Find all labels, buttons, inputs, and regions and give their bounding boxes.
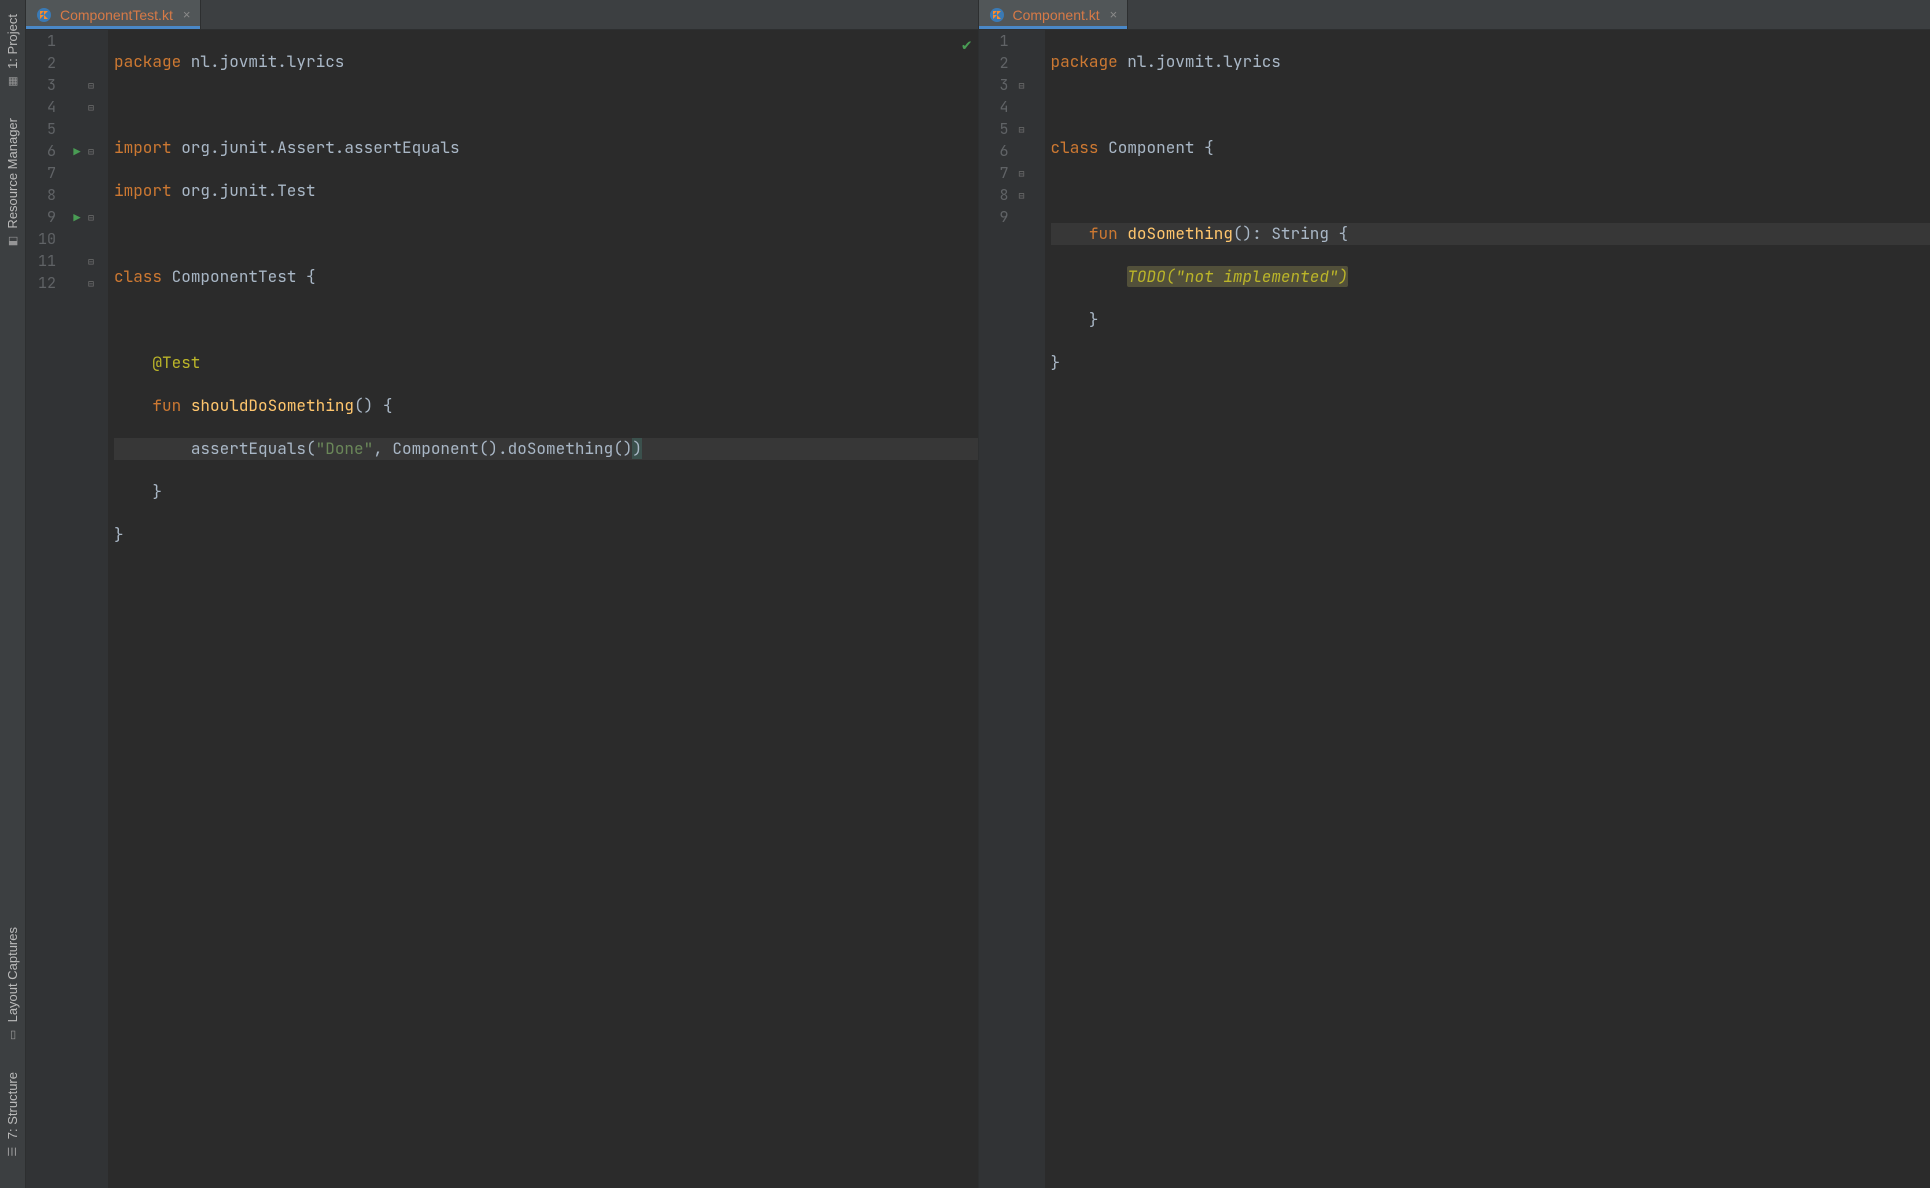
line-number: 12: [26, 272, 56, 294]
code-line[interactable]: TODO("not implemented"): [1051, 266, 1930, 288]
fold-gutter: ⊟ ⊟ ⊟ ⊟ ⊟ ⊟: [88, 30, 108, 1188]
tab-bar-left: ComponentTest.kt ×: [26, 0, 978, 30]
editor-pane-right: Component.kt × 1 2 3 4 5 6 7 8 9: [978, 0, 1930, 1188]
code-line[interactable]: fun doSomething(): String {: [1051, 223, 1930, 245]
line-number: 9: [979, 206, 1009, 228]
tab-component-test[interactable]: ComponentTest.kt ×: [26, 0, 201, 29]
tool-layout-captures[interactable]: ▭ Layout Captures: [2, 917, 23, 1051]
tool-window-sidebar: ▦ 1: Project ◧ Resource Manager ▭ Layout…: [0, 0, 26, 1188]
tool-label: Resource Manager: [5, 118, 20, 229]
code-line[interactable]: class ComponentTest {: [114, 266, 978, 288]
close-icon[interactable]: ×: [1110, 7, 1118, 22]
code-line[interactable]: [1051, 180, 1930, 202]
kotlin-file-icon: [989, 7, 1005, 23]
code-line[interactable]: }: [114, 481, 978, 503]
run-class-icon[interactable]: ▶: [73, 144, 80, 160]
line-number: 7: [979, 162, 1009, 184]
tool-structure[interactable]: ☰ 7: Structure: [2, 1062, 23, 1168]
code-line[interactable]: [1051, 94, 1930, 116]
code-line[interactable]: import org.junit.Assert.assertEquals: [114, 137, 978, 159]
run-test-icon[interactable]: ▶: [73, 210, 80, 226]
fold-icon[interactable]: ⊟: [88, 97, 94, 119]
fold-end-icon[interactable]: ⊟: [88, 273, 94, 295]
line-number: 1: [979, 30, 1009, 52]
gutter-right: 1 2 3 4 5 6 7 8 9 ⊟ ⊟: [979, 30, 1045, 1188]
line-number: 2: [26, 52, 56, 74]
code-line[interactable]: }: [114, 524, 978, 546]
tool-label: 1: Project: [5, 14, 20, 69]
structure-icon: ☰: [6, 1145, 19, 1158]
code-body-right[interactable]: package nl.jovmit.lyrics class Component…: [1045, 30, 1930, 1188]
code-line[interactable]: [114, 309, 978, 331]
code-line[interactable]: package nl.jovmit.lyrics: [1051, 51, 1930, 73]
fold-icon[interactable]: ⊟: [88, 207, 94, 229]
line-number: 8: [979, 184, 1009, 206]
line-number: 8: [26, 184, 56, 206]
line-number: 6: [26, 140, 56, 162]
line-number: 6: [979, 140, 1009, 162]
editor-pane-left: ComponentTest.kt × ✔ 1 2 3 4 5 6 7 8: [26, 0, 978, 1188]
run-gutter: ▶ ▶: [66, 30, 88, 1188]
code-line[interactable]: import org.junit.Test: [114, 180, 978, 202]
code-area-right[interactable]: 1 2 3 4 5 6 7 8 9 ⊟ ⊟: [979, 30, 1930, 1188]
fold-icon[interactable]: ⊟: [88, 75, 94, 97]
code-body-left[interactable]: package nl.jovmit.lyrics import org.juni…: [108, 30, 978, 1188]
code-line[interactable]: }: [1051, 309, 1930, 331]
fold-end-icon[interactable]: ⊟: [1019, 185, 1025, 207]
line-number: 9: [26, 206, 56, 228]
line-number: 4: [26, 96, 56, 118]
line-numbers: 1 2 3 4 5 6 7 8 9 10 11 12: [26, 30, 66, 1188]
ide-root: ▦ 1: Project ◧ Resource Manager ▭ Layout…: [0, 0, 1930, 1188]
tool-project[interactable]: ▦ 1: Project: [2, 4, 23, 98]
gutter-left: 1 2 3 4 5 6 7 8 9 10 11 12: [26, 30, 108, 1188]
line-numbers: 1 2 3 4 5 6 7 8 9: [979, 30, 1019, 1188]
line-number: 7: [26, 162, 56, 184]
code-line[interactable]: @Test: [114, 352, 978, 374]
fold-icon[interactable]: ⊟: [1019, 75, 1025, 97]
tool-label: Layout Captures: [5, 927, 20, 1022]
line-number: 11: [26, 250, 56, 272]
fold-icon[interactable]: ⊟: [88, 141, 94, 163]
tool-label: 7: Structure: [5, 1072, 20, 1139]
code-line[interactable]: }: [1051, 352, 1930, 374]
tool-resource-manager[interactable]: ◧ Resource Manager: [2, 108, 23, 258]
code-line[interactable]: package nl.jovmit.lyrics: [114, 51, 978, 73]
line-number: 4: [979, 96, 1009, 118]
fold-end-icon[interactable]: ⊟: [1019, 163, 1025, 185]
code-line[interactable]: [114, 223, 978, 245]
fold-end-icon[interactable]: ⊟: [88, 251, 94, 273]
code-line[interactable]: assertEquals("Done", Component().doSomet…: [114, 438, 978, 460]
split-editors: ComponentTest.kt × ✔ 1 2 3 4 5 6 7 8: [26, 0, 1930, 1188]
resource-manager-icon: ◧: [6, 234, 19, 247]
line-number: 1: [26, 30, 56, 52]
tab-label: Component.kt: [1013, 7, 1100, 23]
tab-label: ComponentTest.kt: [60, 7, 173, 23]
fold-icon[interactable]: ⊟: [1019, 119, 1025, 141]
tab-component[interactable]: Component.kt ×: [979, 0, 1129, 29]
code-line[interactable]: [1051, 395, 1930, 417]
code-area-left[interactable]: ✔ 1 2 3 4 5 6 7 8 9 10 11 12: [26, 30, 978, 1188]
code-line[interactable]: [114, 94, 978, 116]
line-number: 10: [26, 228, 56, 250]
project-icon: ▦: [6, 75, 19, 88]
line-number: 3: [979, 74, 1009, 96]
line-number: 2: [979, 52, 1009, 74]
line-number: 5: [979, 118, 1009, 140]
code-line[interactable]: fun shouldDoSomething() {: [114, 395, 978, 417]
layout-captures-icon: ▭: [6, 1029, 19, 1042]
fold-gutter: ⊟ ⊟ ⊟ ⊟: [1019, 30, 1045, 1188]
line-number: 3: [26, 74, 56, 96]
tab-bar-right: Component.kt ×: [979, 0, 1930, 30]
kotlin-file-icon: [36, 7, 52, 23]
code-line[interactable]: class Component {: [1051, 137, 1930, 159]
line-number: 5: [26, 118, 56, 140]
close-icon[interactable]: ×: [183, 7, 191, 22]
